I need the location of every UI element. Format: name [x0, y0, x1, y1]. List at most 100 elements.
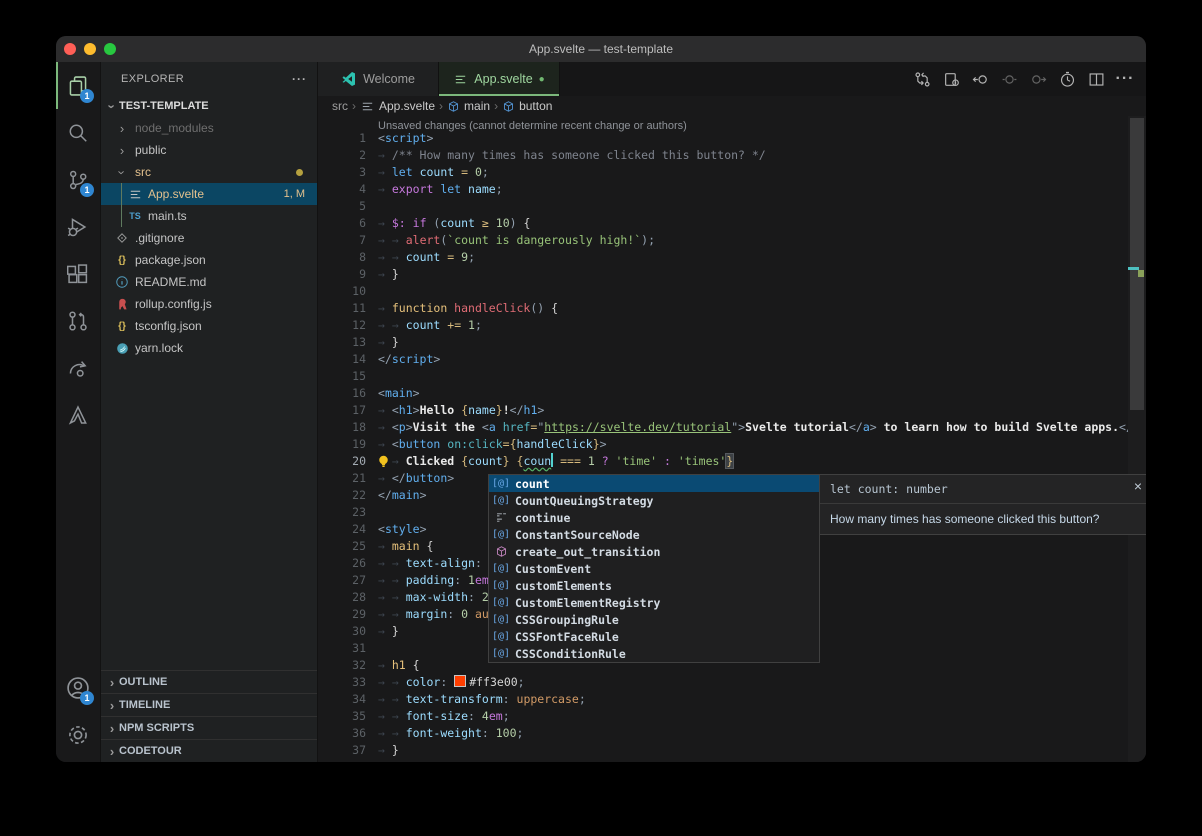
code-line-21[interactable]: → </button> — [378, 470, 454, 487]
file-item-readme-md[interactable]: README.md — [101, 271, 317, 293]
code-line-20[interactable]: → → Clicked {count} {coun === 1 ? 'time'… — [378, 453, 733, 470]
lightbulb-icon[interactable] — [375, 453, 391, 469]
tab-welcome[interactable]: Welcome — [318, 62, 439, 96]
code-line-9[interactable]: → } — [378, 266, 399, 283]
suggest-item-cssconditionrule[interactable]: [@]CSSConditionRule — [489, 645, 819, 662]
code-line-37[interactable]: → } — [378, 742, 399, 759]
line-number: 5 — [318, 198, 366, 215]
suggest-item-constantsourcenode[interactable]: [@]ConstantSourceNode — [489, 526, 819, 543]
panel-header-npm-scripts[interactable]: ›NPM SCRIPTS — [101, 716, 317, 739]
scrollbar-thumb[interactable] — [1130, 118, 1144, 410]
activity-item-search[interactable] — [56, 109, 100, 156]
timer-button[interactable] — [1056, 68, 1078, 90]
explorer-more-actions-icon[interactable]: ··· — [292, 72, 307, 86]
breadcrumb-item-button[interactable]: button — [502, 99, 552, 113]
code-line-1[interactable]: <script> — [378, 130, 433, 147]
code-line-12[interactable]: → → count += 1; — [378, 317, 482, 334]
activity-item-source-control[interactable]: 1 — [56, 156, 100, 203]
suggest-item-customelements[interactable]: [@]customElements — [489, 577, 819, 594]
code-line-30[interactable]: → } — [378, 623, 399, 640]
file-item-app-svelte[interactable]: App.svelte1, M — [101, 183, 317, 205]
more-actions-button[interactable]: ··· — [1114, 68, 1136, 90]
code-line-2[interactable]: → /** How many times has someone clicked… — [378, 147, 766, 164]
suggest-item-customevent[interactable]: [@]CustomEvent — [489, 560, 819, 577]
activity-item-github-pr[interactable] — [56, 297, 100, 344]
activity-item-extensions[interactable] — [56, 250, 100, 297]
code-line-35[interactable]: → → font-size: 4em; — [378, 708, 510, 725]
color-swatch[interactable] — [454, 675, 466, 687]
split-editor-button[interactable] — [1085, 68, 1107, 90]
suggest-item-countqueuingstrategy[interactable]: [@]CountQueuingStrategy — [489, 492, 819, 509]
code-line-17[interactable]: → <h1>Hello {name}!</h1> — [378, 402, 544, 419]
panel-header-timeline[interactable]: ›TIMELINE — [101, 693, 317, 716]
code-line-36[interactable]: → → font-weight: 100; — [378, 725, 523, 742]
code-line-3[interactable]: → let count = 0; — [378, 164, 489, 181]
file-item-rollup-config-js[interactable]: rollup.config.js — [101, 293, 317, 315]
compare-changes-icon — [914, 71, 931, 88]
panel-header-outline[interactable]: ›OUTLINE — [101, 670, 317, 693]
next-change-button[interactable] — [1027, 68, 1049, 90]
file-item-node-modules[interactable]: ›node_modules — [101, 117, 317, 139]
code-line-32[interactable]: → h1 { — [378, 657, 420, 674]
suggest-item-cssgroupingrule[interactable]: [@]CSSGroupingRule — [489, 611, 819, 628]
previous-change-button[interactable] — [969, 68, 991, 90]
workspace-section-header[interactable]: › TEST-TEMPLATE — [101, 95, 317, 117]
line-number: 7 — [318, 232, 366, 249]
breadcrumb-item-app-svelte[interactable]: App.svelte — [360, 99, 435, 114]
panel-header-codetour[interactable]: ›CODETOUR — [101, 739, 317, 762]
close-button[interactable] — [64, 43, 76, 55]
current-change-button[interactable] — [998, 68, 1020, 90]
file-item--gitignore[interactable]: .gitignore — [101, 227, 317, 249]
activity-item-run-debug[interactable] — [56, 203, 100, 250]
code-editor[interactable]: Unsaved changes (cannot determine recent… — [318, 116, 1146, 762]
activity-item-accounts[interactable]: 1 — [56, 664, 100, 711]
file-item-package-json[interactable]: {}package.json — [101, 249, 317, 271]
suggest-item-create_out_transition[interactable]: create_out_transition — [489, 543, 819, 560]
file-item-public[interactable]: ›public — [101, 139, 317, 161]
code-line-34[interactable]: → → text-transform: uppercase; — [378, 691, 586, 708]
activity-item-azure[interactable] — [56, 391, 100, 438]
code-line-24[interactable]: <style> — [378, 521, 427, 538]
code-line-6[interactable]: → $: if (count ≥ 10) { — [378, 215, 530, 232]
suggest-label: CSSGroupingRule — [515, 613, 619, 627]
close-icon[interactable]: × — [1134, 478, 1142, 494]
modified-dot-icon[interactable]: ● — [539, 74, 545, 85]
braces-file-icon: {} — [114, 252, 130, 268]
suggest-item-customelementregistry[interactable]: [@]CustomElementRegistry — [489, 594, 819, 611]
code-line-14[interactable]: </script> — [378, 351, 440, 368]
code-line-11[interactable]: → function handleClick() { — [378, 300, 558, 317]
code-line-27[interactable]: → → padding: 1em; — [378, 572, 496, 589]
breadcrumb-item-main[interactable]: main — [447, 99, 490, 113]
svelte-icon — [453, 72, 468, 87]
code-line-7[interactable]: → → alert(`count is dangerously high!`); — [378, 232, 655, 249]
editor-scrollbar[interactable] — [1128, 116, 1146, 762]
code-line-19[interactable]: → <button on:click={handleClick}> — [378, 436, 607, 453]
code-line-16[interactable]: <main> — [378, 385, 420, 402]
activity-item-settings[interactable] — [56, 711, 100, 758]
code-line-25[interactable]: → main { — [378, 538, 433, 555]
file-item-yarn-lock[interactable]: yarn.lock — [101, 337, 317, 359]
open-changes-button[interactable] — [940, 68, 962, 90]
cube-icon — [447, 100, 460, 113]
code-line-4[interactable]: → export let name; — [378, 181, 503, 198]
activity-item-explorer[interactable]: 1 — [56, 62, 100, 109]
code-line-13[interactable]: → } — [378, 334, 399, 351]
zoom-button[interactable] — [104, 43, 116, 55]
minimize-button[interactable] — [84, 43, 96, 55]
suggest-item-cssfontfacerule[interactable]: [@]CSSFontFaceRule — [489, 628, 819, 645]
breadcrumb-item-src[interactable]: src — [332, 99, 348, 113]
file-item-src[interactable]: ›src — [101, 161, 317, 183]
tab-app-svelte[interactable]: App.svelte● — [439, 62, 560, 96]
line-number: 12 — [318, 317, 366, 334]
code-line-8[interactable]: → → count = 9; — [378, 249, 475, 266]
file-item-tsconfig-json[interactable]: {}tsconfig.json — [101, 315, 317, 337]
code-line-22[interactable]: </main> — [378, 487, 427, 504]
suggest-item-count[interactable]: [@]count — [489, 475, 819, 492]
activity-item-live-share[interactable] — [56, 344, 100, 391]
code-line-33[interactable]: → → color: #ff3e00; — [378, 674, 525, 691]
file-item-main-ts[interactable]: TSmain.ts — [101, 205, 317, 227]
compare-changes-button[interactable] — [911, 68, 933, 90]
suggest-item-continue[interactable]: continue — [489, 509, 819, 526]
code-line-18[interactable]: → <p>Visit the <a href="https://svelte.d… — [378, 419, 1146, 436]
suggest-label: CSSConditionRule — [515, 647, 626, 661]
